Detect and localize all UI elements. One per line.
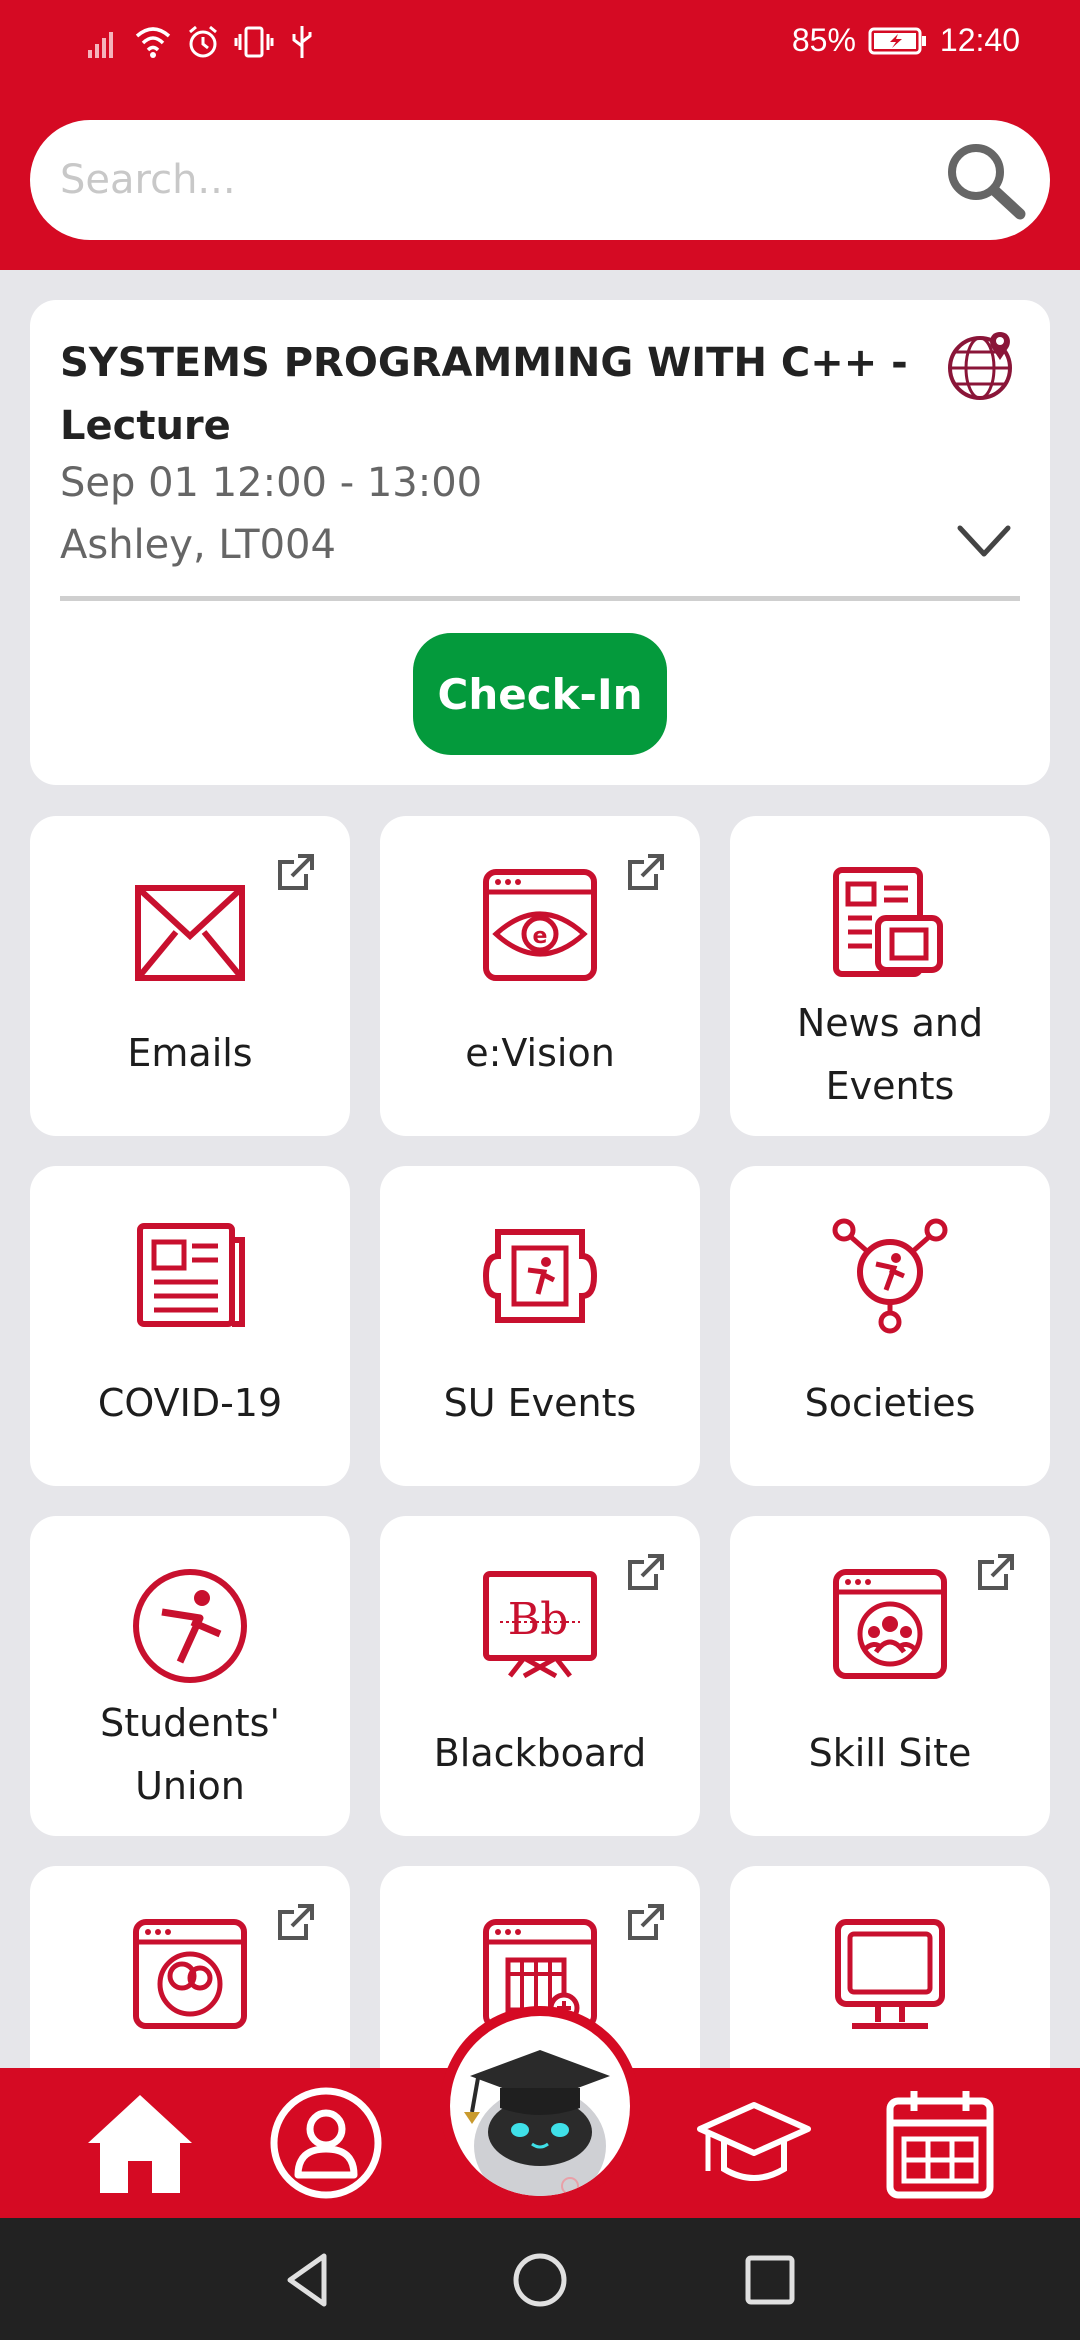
tile-students-union[interactable]: Students' Union [30, 1516, 350, 1836]
chatbot-icon [464, 2050, 610, 2196]
external-link-icon [628, 1904, 664, 1940]
usb-icon [292, 26, 312, 58]
battery-percent: 85% [791, 22, 856, 58]
search-icon[interactable] [942, 138, 1028, 224]
calendar-icon[interactable] [880, 2083, 1000, 2203]
tile-skill-site[interactable]: Skill Site [730, 1516, 1050, 1836]
home-circle-icon[interactable] [508, 2248, 572, 2312]
tile-label: COVID-19 [97, 1381, 283, 1425]
news-icon [833, 867, 943, 977]
chatbot-button[interactable] [440, 2006, 640, 2206]
map-location-icon[interactable] [946, 328, 1022, 404]
monitor-icon [835, 1919, 945, 2029]
people-window-icon [133, 1919, 247, 2029]
external-link-icon [978, 1554, 1014, 1590]
back-icon[interactable] [276, 2248, 340, 2312]
home-icon[interactable] [80, 2083, 200, 2203]
signal-icon [88, 32, 113, 58]
tile-societies[interactable]: Societies [730, 1166, 1050, 1486]
search-bar [30, 120, 1050, 240]
external-link-icon [628, 1554, 664, 1590]
recents-icon[interactable] [738, 2248, 802, 2312]
covid-news-icon [137, 1223, 245, 1327]
wifi-icon [135, 27, 171, 58]
tile-label: Emails [127, 1031, 253, 1075]
divider [60, 596, 1020, 601]
svg-text:e: e [533, 924, 548, 949]
students-union-icon [133, 1569, 247, 1683]
status-bar: 85% 12:40 [0, 0, 1080, 92]
tile-su-events[interactable]: SU Events [380, 1166, 700, 1486]
next-lecture-card[interactable]: SYSTEMS PROGRAMMING WITH C++ - Lecture S… [30, 300, 1050, 785]
ticket-icon [482, 1229, 598, 1323]
chatbot-avatar [450, 2016, 630, 2196]
skill-site-icon [833, 1569, 947, 1679]
check-in-button[interactable]: Check-In [413, 633, 667, 755]
clock: 12:40 [939, 22, 1020, 58]
tile-label: Blackboard [433, 1731, 647, 1775]
lecture-title: SYSTEMS PROGRAMMING WITH C++ - Lecture [60, 340, 908, 449]
tile-emails[interactable]: Emails [30, 816, 350, 1136]
evision-icon: e [483, 869, 597, 981]
system-navigation-bar [0, 2218, 1080, 2340]
external-link-icon [628, 854, 664, 890]
tile-covid-19[interactable]: COVID-19 [30, 1166, 350, 1486]
status-right: 85% 12:40 [792, 22, 1020, 59]
tile-label: Societies [804, 1381, 976, 1425]
app-header: 85% 12:40 [0, 0, 1080, 270]
alarm-icon [189, 25, 217, 58]
tile-evision[interactable]: e e:Vision [380, 816, 700, 1136]
chevron-down-icon[interactable] [956, 522, 1012, 562]
tile-blackboard[interactable]: Bb Blackboard [380, 1516, 700, 1836]
tile-news-and-events[interactable]: News and Events [730, 816, 1050, 1136]
tile-label: Skill Site [808, 1731, 972, 1775]
tile-label: Students' Union [100, 1701, 280, 1808]
battery-icon [868, 27, 926, 54]
external-link-icon [278, 854, 314, 890]
email-icon [135, 885, 245, 981]
tile-label: SU Events [443, 1381, 637, 1425]
blackboard-icon: Bb [483, 1571, 597, 1679]
graduation-cap-icon[interactable] [694, 2083, 814, 2203]
tile-label: News and Events [796, 1001, 984, 1108]
tile-label: e:Vision [465, 1031, 615, 1075]
vibrate-icon [234, 26, 274, 58]
search-input[interactable] [60, 150, 940, 210]
societies-icon [832, 1218, 948, 1334]
status-icons [86, 24, 316, 60]
external-link-icon [278, 1904, 314, 1940]
profile-icon[interactable] [266, 2083, 386, 2203]
lecture-time: Sep 01 12:00 - 13:00 [60, 460, 483, 506]
svg-text:Bb: Bb [508, 1594, 569, 1645]
lecture-location: Ashley, LT004 [60, 522, 336, 568]
